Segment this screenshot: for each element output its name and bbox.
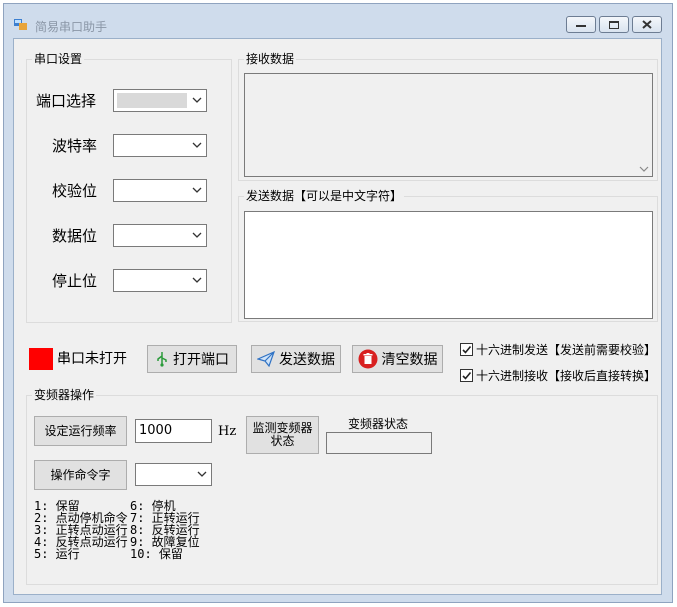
- parity-label: 校验位: [52, 182, 98, 200]
- command-legend-left: 1: 保留 2: 点动停机命令 3: 正转点动运行 4: 反转点动运行 5: 运…: [34, 500, 128, 560]
- close-icon: [642, 20, 652, 29]
- receive-textarea[interactable]: [244, 73, 653, 177]
- parity-select[interactable]: [113, 179, 207, 202]
- chevron-down-icon: [197, 471, 207, 477]
- set-frequency-button[interactable]: 设定运行频率: [34, 416, 127, 446]
- minimize-button[interactable]: [566, 16, 596, 33]
- title-bar[interactable]: 简易串口助手: [4, 4, 672, 42]
- monitor-status-button[interactable]: 监测变频器 状态: [246, 416, 319, 454]
- hex-receive-label: 十六进制接收【接收后直接转换】: [476, 369, 657, 383]
- frequency-unit: Hz: [218, 424, 237, 439]
- frequency-input[interactable]: 1000: [135, 419, 212, 443]
- app-window: 简易串口助手 串口设置 端口选择 波特率 校验位 数据位 停止位 接收数据 发送…: [3, 3, 673, 603]
- legend-item: 10: 保留: [130, 547, 183, 561]
- trash-icon: [358, 349, 377, 369]
- port-select[interactable]: [113, 89, 207, 112]
- app-icon: [14, 17, 28, 31]
- open-port-button[interactable]: 打开端口: [147, 345, 237, 373]
- databits-label: 数据位: [52, 227, 98, 245]
- databits-select[interactable]: [113, 224, 207, 247]
- chevron-down-icon: [192, 232, 202, 238]
- serial-settings-title: 串口设置: [32, 52, 85, 66]
- chevron-down-icon: [192, 277, 202, 283]
- baud-label: 波特率: [52, 137, 98, 155]
- inverter-status-label: 变频器状态: [348, 417, 409, 431]
- open-port-label: 打开端口: [173, 352, 229, 368]
- set-frequency-label: 设定运行频率: [44, 423, 117, 438]
- main-panel: 串口设置 端口选择 波特率 校验位 数据位 停止位 接收数据 发送数据【可以是中…: [13, 38, 662, 595]
- stopbits-select[interactable]: [113, 269, 207, 292]
- command-word-select[interactable]: [135, 463, 212, 486]
- legend-item: 5: 运行: [34, 547, 80, 561]
- usb-icon: [157, 352, 167, 367]
- command-word-button[interactable]: 操作命令字: [34, 460, 127, 490]
- port-status-indicator: [29, 348, 53, 370]
- send-data-label: 发送数据: [279, 352, 335, 368]
- scroll-down-icon[interactable]: [639, 165, 649, 173]
- monitor-status-label-line2: 状态: [270, 434, 295, 448]
- port-select-value: [117, 93, 187, 108]
- clear-data-label: 清空数据: [381, 352, 438, 368]
- minimize-icon: [576, 24, 586, 27]
- send-data-button[interactable]: 发送数据: [251, 345, 341, 373]
- send-title: 发送数据【可以是中文字符】: [244, 189, 405, 203]
- checkmark-icon: [462, 371, 472, 380]
- port-status-text: 串口未打开: [57, 351, 127, 367]
- clear-data-button[interactable]: 清空数据: [352, 345, 443, 373]
- chevron-down-icon: [192, 97, 202, 103]
- command-word-label: 操作命令字: [50, 467, 111, 482]
- hex-send-label: 十六进制发送【发送前需要校验】: [476, 343, 657, 357]
- command-legend-right: 6: 停机 7: 正转运行 8: 反转运行 9: 故障复位 10: 保留: [130, 500, 200, 560]
- inverter-status-display: [326, 432, 432, 454]
- receive-title: 接收数据: [244, 52, 297, 66]
- chevron-down-icon: [192, 142, 202, 148]
- paper-plane-icon: [257, 351, 275, 367]
- window-title: 简易串口助手: [35, 20, 108, 34]
- inverter-title: 变频器操作: [32, 388, 97, 402]
- port-label: 端口选择: [36, 92, 97, 110]
- hex-send-checkbox[interactable]: [460, 343, 473, 356]
- frequency-value: 1000: [139, 423, 173, 438]
- hex-receive-checkbox[interactable]: [460, 369, 473, 382]
- maximize-button[interactable]: [599, 16, 629, 33]
- stopbits-label: 停止位: [52, 272, 98, 290]
- close-button[interactable]: [632, 16, 662, 33]
- checkmark-icon: [462, 345, 472, 354]
- maximize-icon: [609, 20, 619, 29]
- baud-select[interactable]: [113, 134, 207, 157]
- chevron-down-icon: [192, 187, 202, 193]
- send-textarea[interactable]: [244, 211, 653, 319]
